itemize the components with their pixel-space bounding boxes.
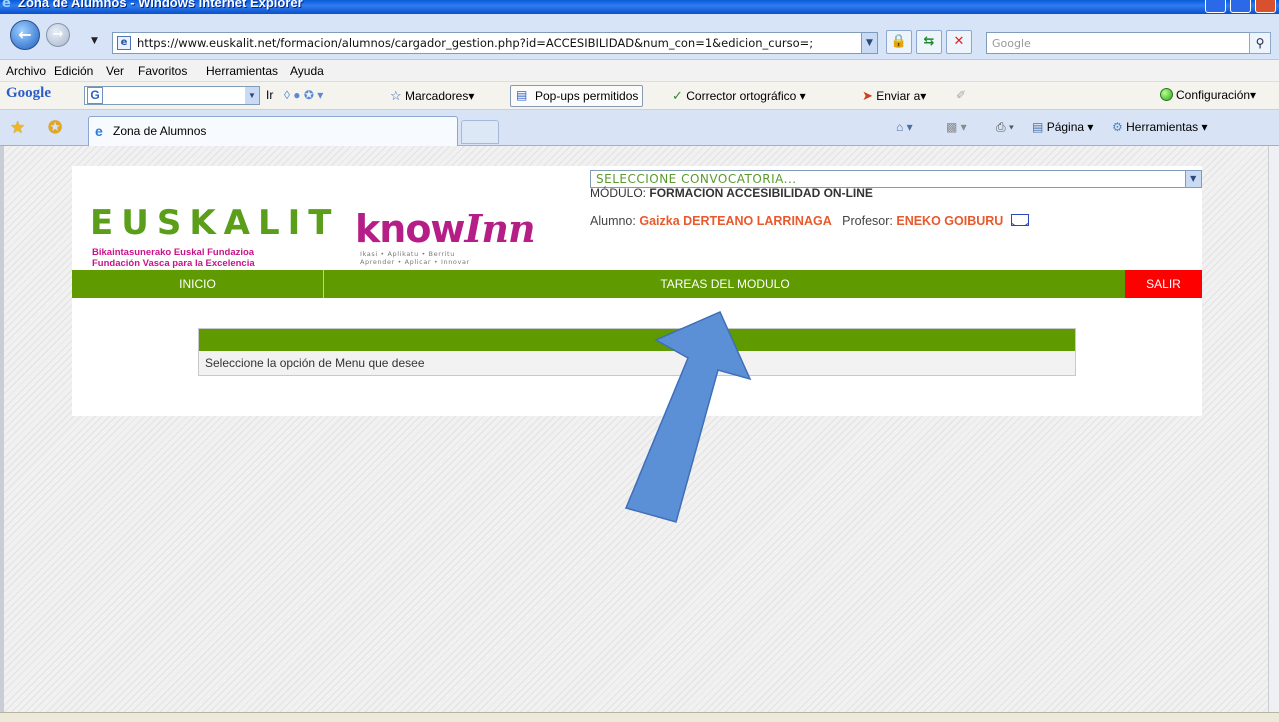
lock-icon[interactable]: 🔒 bbox=[886, 30, 912, 54]
status-bar bbox=[0, 712, 1279, 722]
stop-icon[interactable]: ✕ bbox=[946, 30, 972, 54]
google-toolbar: Google G ▼ Ir ◊ ● ✪ ▾ ☆ Marcadores▾ ▤ Po… bbox=[0, 82, 1279, 110]
menu-archivo[interactable]: Archivo bbox=[6, 64, 46, 78]
maximize-button[interactable] bbox=[1230, 0, 1251, 13]
spellcheck-icon: ✓ bbox=[672, 88, 683, 103]
teacher-name: ENEKO GOIBURU bbox=[896, 214, 1004, 228]
star-icon: ☆ bbox=[390, 88, 402, 103]
knowinn-logo: knowInn bbox=[355, 207, 536, 251]
tab-zona-de-alumnos[interactable]: e Zona de Alumnos bbox=[88, 116, 458, 146]
tab-ie-icon: e bbox=[95, 123, 103, 139]
module-label: MÓDULO: bbox=[590, 186, 647, 200]
tools-menu-label: Herramientas bbox=[1126, 120, 1199, 134]
new-tab-button[interactable] bbox=[461, 120, 499, 144]
chevron-down-icon[interactable]: ▼ bbox=[1185, 171, 1201, 187]
window-title-bar: e Zona de Alumnos - Windows Internet Exp… bbox=[0, 0, 1279, 14]
module-info: MÓDULO: FORMACION ACCESIBILIDAD ON-LINE bbox=[590, 186, 873, 200]
message-text: Seleccione la opción de Menu que desee bbox=[199, 351, 1075, 375]
back-button[interactable]: ← bbox=[10, 20, 40, 50]
window-title: Zona de Alumnos - Windows Internet Explo… bbox=[18, 0, 303, 10]
page-menu-button[interactable]: ▤ Página ▾ bbox=[1032, 120, 1093, 134]
close-window-button[interactable] bbox=[1255, 0, 1276, 13]
address-bar[interactable]: e https://www.euskalit.net/formacion/alu… bbox=[112, 32, 878, 54]
toolbar-widgets-icon[interactable]: ◊ ● ✪ ▾ bbox=[284, 88, 323, 102]
main-nav: INICIO TAREAS DEL MODULO SALIR bbox=[72, 270, 1202, 298]
knowinn-logo-inn: Inn bbox=[464, 206, 536, 251]
euskalit-logo[interactable]: EUSKALIT bbox=[90, 206, 340, 240]
teacher-label: Profesor: bbox=[842, 214, 893, 228]
page-card: EUSKALIT Bikaintasunerako Euskal Fundazi… bbox=[72, 166, 1202, 416]
history-dropdown-icon[interactable]: ▼ bbox=[91, 36, 98, 46]
tab-label: Zona de Alumnos bbox=[113, 124, 207, 138]
euskalit-subtitle-es: Fundación Vasca para la Excelencia bbox=[92, 258, 255, 269]
settings-status-icon bbox=[1160, 88, 1173, 101]
convocatoria-select-value: SELECCIONE CONVOCATORIA... bbox=[596, 172, 797, 186]
page-menu-label: Página bbox=[1046, 120, 1085, 134]
print-icon[interactable]: ⎙ ▾ bbox=[996, 120, 1014, 135]
search-placeholder: Google bbox=[992, 37, 1031, 50]
menu-herramientas[interactable]: Herramientas bbox=[206, 64, 278, 78]
nav-salir[interactable]: SALIR bbox=[1125, 270, 1202, 298]
google-g-icon[interactable]: G bbox=[87, 87, 103, 104]
mail-icon[interactable] bbox=[1010, 214, 1029, 226]
google-search-input[interactable]: G ▼ bbox=[84, 86, 260, 105]
bookmarks-label: Marcadores bbox=[405, 89, 469, 103]
forward-button[interactable]: → bbox=[46, 23, 70, 47]
menu-edicion[interactable]: Edición bbox=[54, 64, 93, 78]
module-value: FORMACION ACCESIBILIDAD ON-LINE bbox=[649, 186, 873, 200]
tabs-bar: ★ ✪ e Zona de Alumnos ⌂ ▾ ▩ ▾ ⎙ ▾ ▤ Pági… bbox=[0, 110, 1279, 146]
nav-tareas-del-modulo[interactable]: TAREAS DEL MODULO bbox=[325, 270, 1125, 298]
home-icon[interactable]: ⌂ ▾ bbox=[896, 120, 913, 134]
minimize-button[interactable] bbox=[1205, 0, 1226, 13]
tools-menu-button[interactable]: ⚙ Herramientas ▾ bbox=[1112, 120, 1208, 134]
euskalit-subtitle-eu: Bikaintasunerako Euskal Fundazioa bbox=[92, 247, 255, 258]
page-icon: e bbox=[117, 36, 131, 50]
settings-label: Configuración bbox=[1176, 88, 1251, 102]
message-box-header bbox=[199, 329, 1075, 351]
knowinn-tagline-es: Aprender • Aplicar • Innovar bbox=[360, 258, 470, 266]
menu-bar: Archivo Edición Ver Favoritos Herramient… bbox=[0, 60, 1279, 82]
spellcheck-button[interactable]: ✓ Corrector ortográfico ▾ bbox=[672, 88, 806, 104]
highlight-icon[interactable]: ✐ bbox=[956, 88, 966, 102]
page-menu-icon: ▤ bbox=[1032, 120, 1044, 134]
popups-button[interactable]: ▤ Pop-ups permitidos bbox=[510, 85, 644, 107]
feeds-icon[interactable]: ▩ ▾ bbox=[946, 120, 967, 134]
settings-button[interactable]: Configuración▾ bbox=[1160, 88, 1256, 102]
search-box[interactable]: Google ⚲ bbox=[986, 32, 1271, 54]
favorites-star-icon[interactable]: ★ bbox=[10, 118, 25, 138]
menu-favoritos[interactable]: Favoritos bbox=[138, 64, 187, 78]
student-name: Gaizka DERTEANO LARRINAGA bbox=[639, 214, 832, 228]
send-icon: ➤ bbox=[862, 88, 873, 103]
message-box: Seleccione la opción de Menu que desee bbox=[198, 328, 1076, 376]
google-logo: Google bbox=[6, 85, 51, 101]
logo-area: EUSKALIT Bikaintasunerako Euskal Fundazi… bbox=[72, 166, 542, 269]
bookmarks-button[interactable]: ☆ Marcadores▾ bbox=[390, 88, 474, 104]
google-search-dropdown-icon[interactable]: ▼ bbox=[245, 87, 259, 104]
address-dropdown-icon[interactable]: ▼ bbox=[861, 33, 877, 53]
send-to-button[interactable]: ➤ Enviar a▾ bbox=[862, 88, 926, 104]
nav-inicio[interactable]: INICIO bbox=[72, 270, 324, 298]
send-label: Enviar a bbox=[876, 89, 921, 103]
search-icon[interactable]: ⚲ bbox=[1249, 32, 1271, 54]
vertical-scrollbar[interactable] bbox=[1268, 146, 1279, 712]
url-text[interactable]: https://www.euskalit.net/formacion/alumn… bbox=[137, 36, 813, 50]
address-toolbar: ← → ▼ e https://www.euskalit.net/formaci… bbox=[0, 14, 1279, 60]
popup-icon: ▤ bbox=[516, 88, 528, 102]
spellcheck-label: Corrector ortográfico bbox=[686, 89, 797, 103]
student-label: Alumno: bbox=[590, 214, 636, 228]
gear-icon: ⚙ bbox=[1112, 120, 1123, 134]
knowinn-tagline-eu: Ikasi • Aplikatu • Berritu bbox=[360, 250, 455, 258]
refresh-icon[interactable]: ⇆ bbox=[916, 30, 942, 54]
knowinn-logo-know: know bbox=[355, 207, 466, 251]
google-go-button[interactable]: Ir bbox=[266, 88, 273, 102]
student-info: Alumno: Gaizka DERTEANO LARRINAGA Profes… bbox=[590, 214, 1029, 228]
page-viewport: EUSKALIT Bikaintasunerako Euskal Fundazi… bbox=[0, 146, 1268, 712]
menu-ver[interactable]: Ver bbox=[106, 64, 124, 78]
popups-label: Pop-ups permitidos bbox=[535, 89, 639, 103]
menu-ayuda[interactable]: Ayuda bbox=[290, 64, 324, 78]
add-favorites-icon[interactable]: ✪ bbox=[48, 118, 62, 138]
ie-logo-icon: e bbox=[2, 0, 11, 11]
